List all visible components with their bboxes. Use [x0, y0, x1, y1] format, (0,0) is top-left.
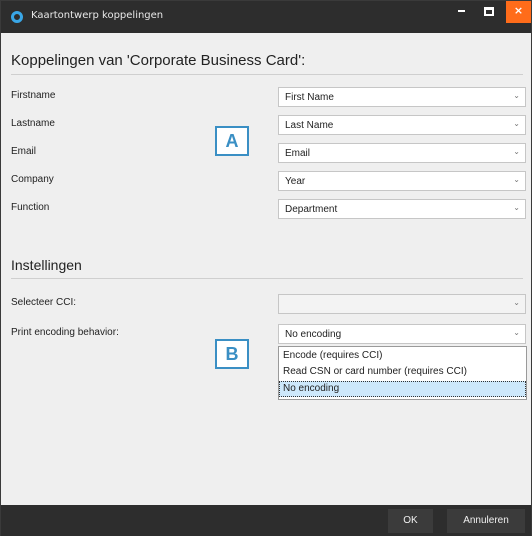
annotation-marker-a: A [215, 126, 249, 156]
encoding-label: Print encoding behavior: [11, 327, 119, 338]
mapping-select-function[interactable]: Department ⌄ [278, 199, 526, 219]
annotation-marker-b: B [215, 339, 249, 369]
minimize-icon [458, 10, 465, 12]
heading-divider [11, 74, 523, 75]
maximize-icon [484, 7, 494, 16]
field-label-lastname: Lastname [11, 118, 55, 129]
dropdown-option-read-csn[interactable]: Read CSN or card number (requires CCI) [279, 364, 526, 380]
ok-button[interactable]: OK [388, 509, 433, 533]
field-label-email: Email [11, 146, 37, 157]
option-label: No encoding [283, 383, 340, 394]
dialog-footer: OK Annuleren [1, 505, 531, 536]
close-button[interactable]: × [506, 1, 531, 23]
mapping-select-email[interactable]: Email ⌄ [278, 143, 526, 163]
encoding-dropdown-list: Encode (requires CCI) Read CSN or card n… [278, 346, 527, 400]
chevron-down-icon: ⌄ [513, 203, 520, 212]
minimize-button[interactable] [451, 1, 473, 23]
select-value: Last Name [285, 120, 334, 131]
select-value: No encoding [285, 329, 342, 340]
dropdown-option-encode[interactable]: Encode (requires CCI) [279, 348, 526, 364]
field-label-function: Function [11, 202, 50, 213]
chevron-down-icon: ⌄ [513, 298, 520, 307]
window-title: Kaartontwerp koppelingen [31, 10, 164, 21]
close-icon: × [513, 4, 524, 17]
settings-divider [11, 278, 523, 279]
chevron-down-icon: ⌄ [513, 147, 520, 156]
dialog-content: Koppelingen van 'Corporate Business Card… [1, 33, 531, 505]
field-label-firstname: Firstname [11, 90, 56, 101]
cancel-button[interactable]: Annuleren [447, 509, 525, 533]
option-label: Encode (requires CCI) [283, 350, 383, 361]
option-label: Read CSN or card number (requires CCI) [283, 366, 467, 377]
title-bar[interactable]: Kaartontwerp koppelingen × [1, 1, 531, 33]
chevron-down-icon: ⌄ [513, 328, 520, 337]
dropdown-option-no-encoding[interactable]: No encoding [279, 381, 526, 397]
select-value: Email [285, 148, 311, 159]
chevron-down-icon: ⌄ [513, 119, 520, 128]
settings-heading: Instellingen [11, 257, 82, 273]
mappings-heading: Koppelingen van 'Corporate Business Card… [11, 52, 306, 69]
select-value: Year [285, 176, 306, 187]
mapping-select-firstname[interactable]: First Name ⌄ [278, 87, 526, 107]
field-label-company: Company [11, 174, 54, 185]
select-value: First Name [285, 92, 334, 103]
cci-label: Selecteer CCI: [11, 297, 77, 308]
mapping-select-lastname[interactable]: Last Name ⌄ [278, 115, 526, 135]
chevron-down-icon: ⌄ [513, 175, 520, 184]
encoding-select[interactable]: No encoding ⌄ [278, 324, 526, 344]
app-logo-icon [11, 11, 23, 23]
dialog-window: Kaartontwerp koppelingen × Koppelingen v… [0, 0, 532, 536]
mapping-select-company[interactable]: Year ⌄ [278, 171, 526, 191]
cci-select[interactable]: ⌄ [278, 294, 526, 314]
chevron-down-icon: ⌄ [513, 91, 520, 100]
maximize-button[interactable] [478, 1, 500, 23]
select-value: Department [285, 204, 338, 215]
